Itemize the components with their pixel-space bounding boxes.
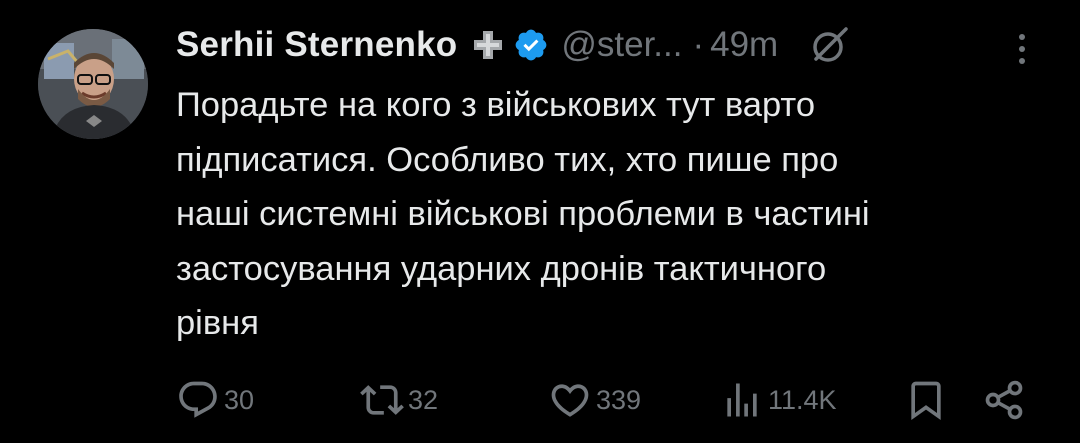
reply-count: 30: [224, 384, 255, 415]
like-count: 339: [596, 384, 642, 415]
cross-badge-icon: [474, 31, 503, 59]
avatar-photo-icon: [38, 29, 148, 139]
repost-icon: [360, 385, 404, 415]
reply-icon: [179, 381, 217, 418]
verified-badge-icon: [515, 29, 547, 61]
bookmark-icon: [911, 381, 941, 421]
grok-icon[interactable]: [808, 23, 852, 67]
more-options-icon[interactable]: [1010, 29, 1034, 69]
author-handle[interactable]: @ster...: [561, 25, 682, 65]
views-count: 11.4K: [768, 384, 837, 415]
tweet-text: Порадьте на кого з військових тут варто …: [176, 86, 870, 342]
tweet-timestamp[interactable]: 49m: [710, 25, 778, 65]
like-button[interactable]: 339: [548, 370, 641, 430]
heart-icon: [551, 384, 589, 417]
bookmark-button[interactable]: [904, 370, 948, 430]
avatar[interactable]: [38, 29, 148, 139]
repost-count: 32: [408, 384, 439, 415]
share-icon: [985, 380, 1023, 420]
views-button[interactable]: 11.4K: [720, 370, 837, 430]
header-separator: ·: [692, 25, 705, 64]
author-name[interactable]: Serhii Sternenko: [176, 25, 457, 65]
views-chart-icon: [727, 383, 757, 417]
reply-button[interactable]: 30: [176, 370, 254, 430]
tweet-actions: 30 32 339 11.4K: [0, 370, 1080, 430]
tweet-header: Serhii Sternenko @ster... · 49m: [176, 20, 852, 70]
repost-button[interactable]: 32: [360, 370, 438, 430]
share-button[interactable]: [982, 370, 1026, 430]
